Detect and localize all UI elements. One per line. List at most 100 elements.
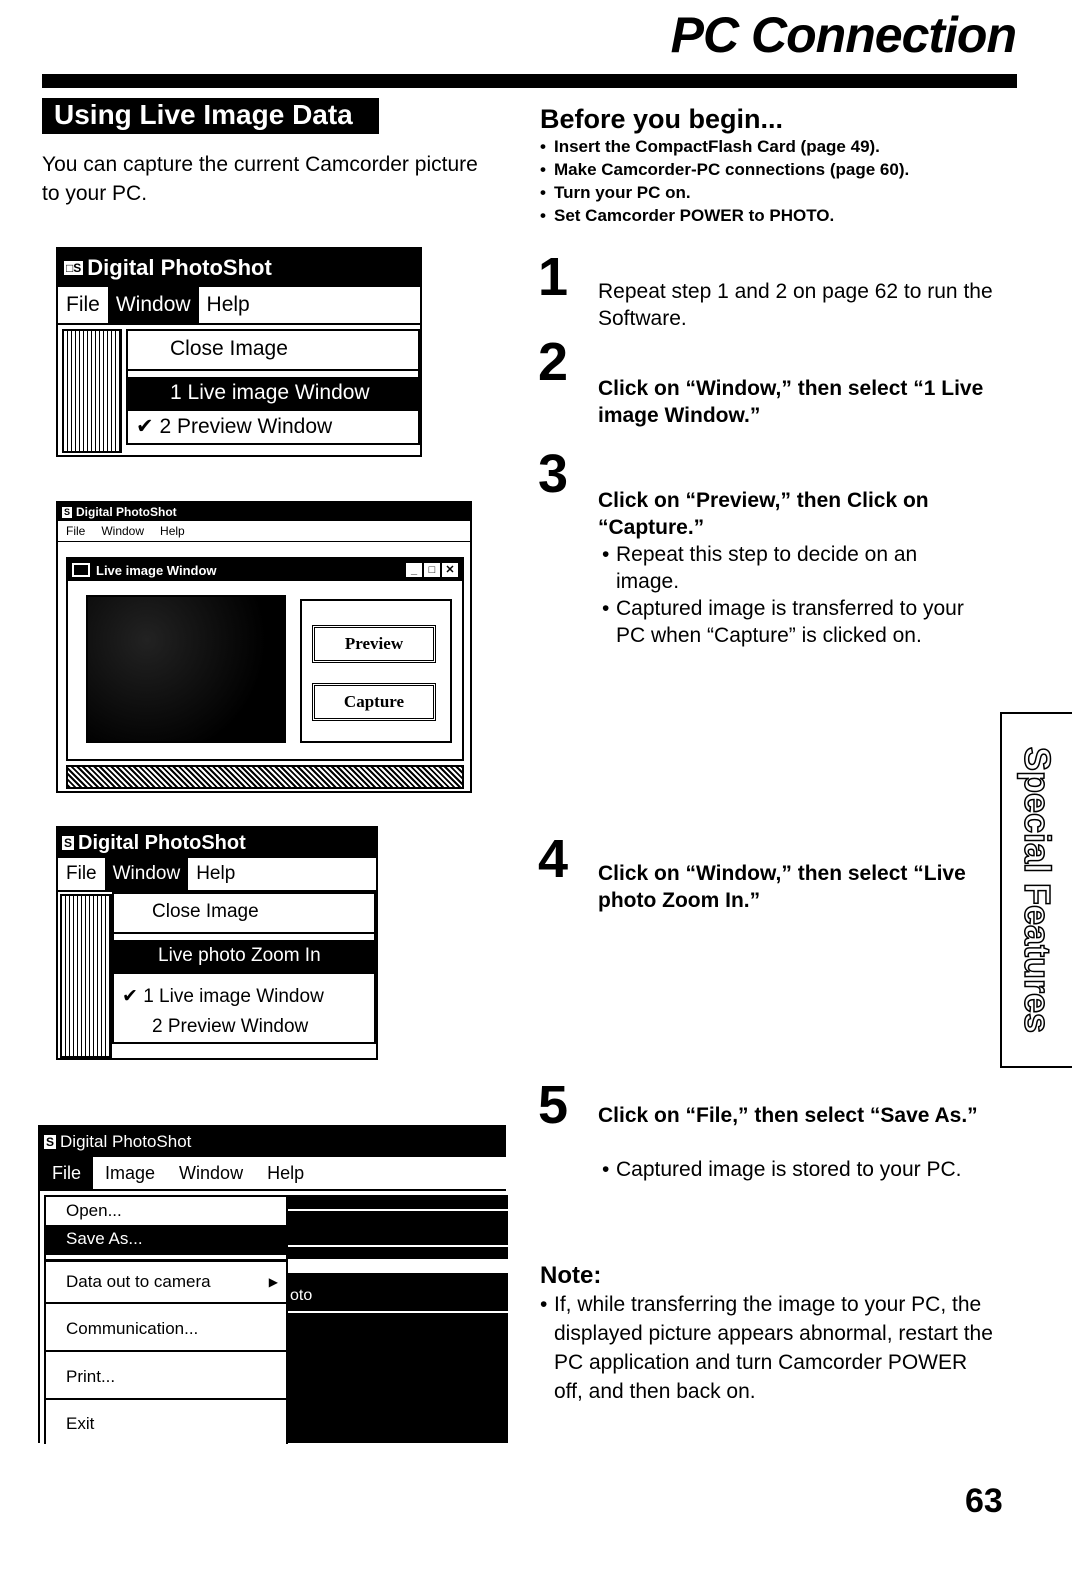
menu-image[interactable]: Image <box>93 1163 167 1184</box>
menu-help[interactable]: Help <box>152 524 193 538</box>
mdi-background <box>62 329 122 453</box>
menu-item-preview-window[interactable]: 2 Preview Window <box>114 1012 374 1042</box>
intro-text: You can capture the current Camcorder pi… <box>42 153 478 205</box>
step-text: Repeat step 1 and 2 on page 62 to run th… <box>598 280 993 330</box>
menu-file[interactable]: File <box>40 1157 94 1189</box>
step-number: 4 <box>538 829 569 889</box>
section-title: Using Live Image Data <box>42 98 379 134</box>
check-icon: ✔ <box>122 986 138 1007</box>
status-bar <box>66 765 464 789</box>
menu-item-print[interactable]: Print... <box>46 1356 286 1400</box>
step-bullets: Captured image is stored to your PC. <box>602 1156 982 1183</box>
step-text: Click on “File,” then select “Save As.” <box>598 1104 978 1127</box>
list-item: Captured image is stored to your PC. <box>602 1156 982 1183</box>
list-item: Repeat this step to decide on an image. <box>602 541 982 595</box>
menu-item-data-out-to-camera[interactable]: Data out to camera ▶ <box>46 1259 286 1304</box>
maximize-icon[interactable]: □ <box>424 563 440 577</box>
list-item: Make Camcorder-PC connections (page 60). <box>540 158 1010 181</box>
screenshot-window-menu-1: □S Digital PhotoShot File Window Help Cl… <box>56 247 422 457</box>
note: Note: If, while transferring the image t… <box>540 1262 1000 1406</box>
menu-window[interactable]: Window <box>167 1163 255 1184</box>
minimize-icon[interactable]: _ <box>406 563 422 577</box>
menu-item-live-image-window[interactable]: ✔ 1 Live image Window <box>114 982 374 1012</box>
app-title: Digital PhotoShot <box>60 1132 192 1151</box>
menu-item-preview-window[interactable]: ✔ 2 Preview Window <box>128 411 418 443</box>
submenu-arrow-icon: ▶ <box>268 1275 278 1289</box>
window-dropdown: Close Image Live photo Zoom In ✔ 1 Live … <box>112 892 376 1044</box>
preview-button[interactable]: Preview <box>312 625 436 663</box>
window-menu-icon[interactable] <box>72 563 90 577</box>
screenshot-live-image-window: S Digital PhotoShot File Window Help Liv… <box>56 501 472 793</box>
list-item: If, while transferring the image to your… <box>540 1290 1000 1406</box>
app-titlebar: S Digital PhotoShot <box>58 828 376 858</box>
menubar: File Window Help <box>58 858 376 892</box>
live-image-preview <box>86 595 286 743</box>
note-title: Note: <box>540 1262 602 1289</box>
step-number: 1 <box>538 247 569 307</box>
menu-item-live-image-window[interactable]: 1 Live image Window <box>128 377 418 411</box>
menu-item-live-photo-zoom-in[interactable]: Live photo Zoom In <box>114 940 374 974</box>
step-text: Click on “Window,” then select “Live pho… <box>598 862 966 912</box>
list-item: Set Camcorder POWER to PHOTO. <box>540 204 1010 227</box>
mdi-background <box>60 894 112 1058</box>
app-icon: □S <box>64 261 84 275</box>
button-panel: Preview Capture <box>300 599 452 743</box>
page-number: 63 <box>965 1482 1003 1520</box>
check-icon: ✔ <box>136 415 154 438</box>
note-list: If, while transferring the image to your… <box>540 1290 1000 1406</box>
background-title-fragment: oto <box>290 1287 313 1304</box>
list-item: Insert the CompactFlash Card (page 49). <box>540 135 1010 158</box>
menu-item-close-image[interactable]: Close Image <box>114 894 374 934</box>
menu-file[interactable]: File <box>58 524 93 538</box>
app-icon: S <box>44 1135 57 1149</box>
menubar: File Window Help <box>58 521 470 542</box>
step-number: 5 <box>538 1075 569 1135</box>
step-number: 2 <box>538 332 569 392</box>
menu-item-communication[interactable]: Communication... <box>46 1308 286 1352</box>
screenshot-file-menu: S Digital PhotoShot File Image Window He… <box>38 1125 508 1444</box>
page-title: PC Connection <box>670 7 1017 63</box>
step-text: Click on “Preview,” then Click on “Captu… <box>598 489 929 539</box>
menu-item-save-as[interactable]: Save As... <box>46 1225 286 1255</box>
app-title: Digital PhotoShot <box>87 255 272 280</box>
app-titlebar: S Digital PhotoShot <box>58 503 470 521</box>
menu-item-open[interactable]: Open... <box>46 1197 286 1225</box>
before-you-begin: Before you begin... Insert the CompactFl… <box>540 104 1010 227</box>
menu-item-close-image[interactable]: Close Image <box>128 331 418 371</box>
app-icon: S <box>62 506 73 518</box>
menu-help[interactable]: Help <box>188 863 243 885</box>
step-number: 3 <box>538 444 569 504</box>
menu-window[interactable]: Window <box>107 287 199 323</box>
app-titlebar: S Digital PhotoShot <box>40 1127 506 1157</box>
before-title: Before you begin... <box>540 104 784 134</box>
app-icon: S <box>62 836 75 850</box>
menu-file[interactable]: File <box>58 293 108 317</box>
header-rule <box>42 74 1017 88</box>
child-window: Live image Window _ □ ✕ Preview Capture <box>66 557 464 761</box>
app-title: Digital PhotoShot <box>76 505 177 519</box>
close-icon[interactable]: ✕ <box>442 563 458 577</box>
side-tab-label: Special Features <box>1016 746 1059 1034</box>
menu-window[interactable]: Window <box>93 524 152 538</box>
menu-window[interactable]: Window <box>104 858 189 890</box>
menu-help[interactable]: Help <box>199 293 258 317</box>
section-side-tab: Special Features <box>1000 712 1072 1068</box>
capture-button[interactable]: Capture <box>312 683 436 721</box>
window-dropdown: Close Image 1 Live image Window ✔ 2 Prev… <box>126 329 420 445</box>
list-item: Captured image is transferred to your PC… <box>602 595 982 649</box>
menu-file[interactable]: File <box>58 863 105 885</box>
step-bullets: Repeat this step to decide on an image. … <box>602 541 982 649</box>
app-titlebar: □S Digital PhotoShot <box>58 249 420 287</box>
menubar: File Window Help <box>58 287 420 325</box>
child-titlebar: Live image Window _ □ ✕ <box>68 559 462 581</box>
step-text: Click on “Window,” then select “1 Live i… <box>598 377 984 427</box>
list-item: Turn your PC on. <box>540 181 1010 204</box>
file-dropdown: Open... Save As... Data out to camera ▶ … <box>44 1195 288 1444</box>
menubar: File Image Window Help <box>40 1157 506 1191</box>
before-list: Insert the CompactFlash Card (page 49). … <box>540 135 1010 227</box>
menu-item-exit[interactable]: Exit <box>46 1404 286 1444</box>
screenshot-window-menu-2: S Digital PhotoShot File Window Help Clo… <box>56 826 378 1060</box>
child-title: Live image Window <box>96 562 217 578</box>
menu-help[interactable]: Help <box>255 1163 316 1184</box>
background-window: oto <box>286 1195 508 1443</box>
